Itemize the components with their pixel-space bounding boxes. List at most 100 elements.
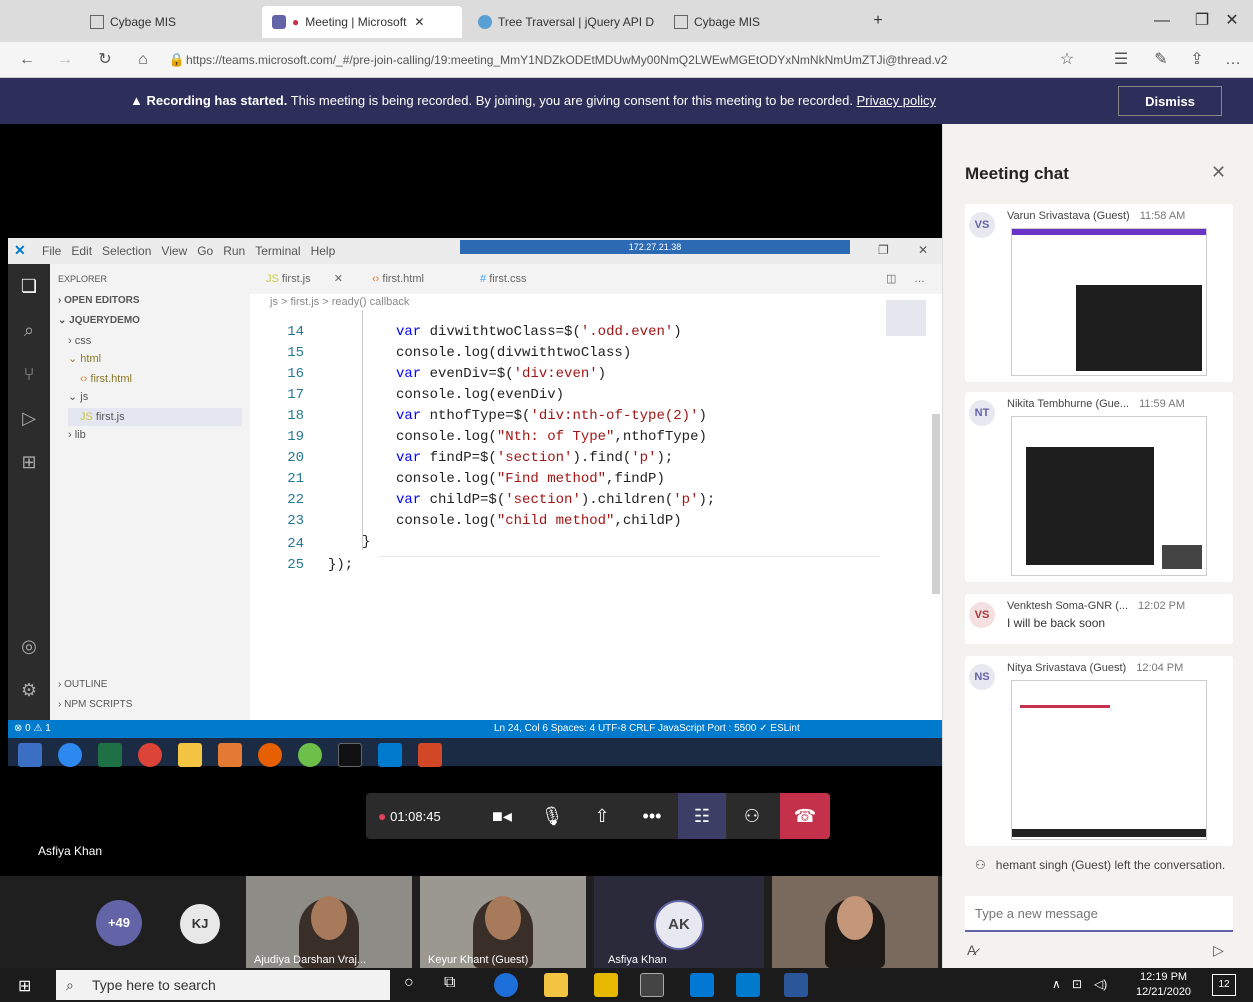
pen-icon[interactable]: ✎ bbox=[1148, 48, 1174, 72]
more-actions-icon[interactable]: … bbox=[914, 270, 925, 288]
participant-video[interactable]: Keyur Khant (Guest) bbox=[420, 876, 586, 968]
refresh-icon[interactable]: ↻ bbox=[92, 48, 118, 72]
share-screen-button[interactable]: ⇧ bbox=[578, 793, 626, 839]
folder-js[interactable]: ⌄ js bbox=[68, 388, 88, 406]
close-chat-icon[interactable]: ✕ bbox=[1211, 162, 1226, 183]
screenshot-thumbnail[interactable] bbox=[1011, 680, 1207, 840]
more-participants-button[interactable]: +49 bbox=[96, 900, 142, 946]
source-control-icon[interactable]: ⑂ bbox=[17, 362, 41, 386]
screenshot-thumbnail[interactable] bbox=[1011, 228, 1207, 376]
tab-cybage-mis-1[interactable]: Cybage MIS bbox=[80, 6, 186, 38]
format-icon[interactable]: A̷ bbox=[967, 942, 976, 958]
settings-gear-icon[interactable]: ⚙ bbox=[17, 678, 41, 702]
file-explorer-icon[interactable] bbox=[544, 973, 568, 997]
code-line: console.log("child method",childP) bbox=[396, 513, 682, 529]
task-view-icon[interactable]: ⧉ bbox=[444, 974, 455, 992]
participant-video[interactable] bbox=[772, 876, 938, 968]
chat-message[interactable]: NS Nitya Srivastava (Guest) 12:04 PM bbox=[965, 656, 1233, 846]
mute-button[interactable]: 🎙 bbox=[528, 793, 576, 839]
favorites-icon[interactable]: ☰ bbox=[1108, 48, 1134, 72]
restore-icon[interactable]: ❐ bbox=[878, 243, 889, 257]
folder-css[interactable]: › css bbox=[68, 332, 91, 350]
editor-tab-first-css[interactable]: # first.css bbox=[480, 270, 526, 288]
notification-count[interactable]: 12 bbox=[1212, 974, 1236, 996]
new-tab-icon[interactable]: + bbox=[858, 8, 898, 34]
cortana-icon[interactable]: ○ bbox=[404, 974, 414, 992]
menu-run[interactable]: Run bbox=[223, 244, 245, 258]
more-icon[interactable]: … bbox=[1220, 48, 1246, 72]
file-first-js[interactable]: JS first.js bbox=[68, 408, 242, 426]
problems-count[interactable]: ⊗ 0 ⚠ 1 bbox=[14, 720, 51, 738]
folder-html[interactable]: ⌄ html bbox=[68, 350, 101, 368]
close-icon[interactable]: ✕ bbox=[918, 243, 928, 257]
more-options-button[interactable]: ••• bbox=[628, 793, 676, 839]
taskbar-clock[interactable]: 12:19 PM 12/21/2020 bbox=[1136, 970, 1191, 1000]
close-tab-icon[interactable]: ✕ bbox=[414, 15, 424, 29]
participant-avatar-kj[interactable]: KJ bbox=[180, 904, 220, 944]
participant-video[interactable]: Ajudiya Darshan Vraj... bbox=[246, 876, 412, 968]
menu-help[interactable]: Help bbox=[311, 244, 336, 258]
home-icon[interactable]: ⌂ bbox=[130, 48, 156, 72]
project-folder[interactable]: ⌄ JQUERYDEMO bbox=[58, 312, 140, 330]
back-icon[interactable]: ← bbox=[14, 48, 40, 72]
menu-terminal[interactable]: Terminal bbox=[255, 244, 300, 258]
menu-go[interactable]: Go bbox=[197, 244, 213, 258]
scrollbar[interactable] bbox=[932, 414, 940, 594]
edge-icon[interactable] bbox=[494, 973, 518, 997]
tab-meeting[interactable]: ● Meeting | Microsoft ✕ bbox=[262, 6, 462, 38]
menu-view[interactable]: View bbox=[161, 244, 187, 258]
minimap[interactable] bbox=[886, 300, 926, 336]
editor-tab-first-js[interactable]: JS first.js ✕ bbox=[266, 270, 343, 288]
search-icon[interactable]: ⌕ bbox=[17, 318, 41, 342]
word-icon[interactable] bbox=[784, 973, 808, 997]
forward-icon[interactable]: → bbox=[52, 48, 78, 72]
outline-section[interactable]: › OUTLINE bbox=[58, 676, 107, 694]
vscode-icon[interactable] bbox=[736, 973, 760, 997]
chat-button[interactable]: ☷ bbox=[678, 793, 726, 839]
dismiss-button[interactable]: Dismiss bbox=[1118, 86, 1222, 116]
outlook-icon[interactable] bbox=[690, 973, 714, 997]
chat-message[interactable]: VS Venktesh Soma-GNR (... 12:02 PM I will… bbox=[965, 594, 1233, 644]
open-editors-section[interactable]: › OPEN EDITORS bbox=[58, 292, 140, 310]
share-icon[interactable]: ⇪ bbox=[1184, 48, 1210, 72]
volume-icon[interactable]: ◁) bbox=[1094, 977, 1107, 991]
chat-message[interactable]: VS Varun Srivastava (Guest) 11:58 AM bbox=[965, 204, 1233, 382]
code-editor[interactable]: js > first.js > ready() callback 14 var d… bbox=[250, 294, 942, 720]
editor-tab-first-html[interactable]: ‹› first.html bbox=[372, 270, 424, 288]
participants-button[interactable]: ⚇ bbox=[728, 793, 776, 839]
store-icon[interactable] bbox=[594, 973, 618, 997]
menu-edit[interactable]: Edit bbox=[71, 244, 92, 258]
close-tab-icon[interactable]: ✕ bbox=[334, 273, 343, 285]
menu-selection[interactable]: Selection bbox=[102, 244, 151, 258]
camera-button[interactable]: ■◂ bbox=[478, 793, 526, 839]
menu-file[interactable]: File bbox=[42, 244, 61, 258]
message-input[interactable] bbox=[965, 896, 1233, 932]
favorite-star-icon[interactable]: ☆ bbox=[1054, 48, 1080, 72]
hang-up-button[interactable]: ☎ bbox=[780, 793, 830, 839]
files-icon[interactable]: ❏ bbox=[17, 274, 41, 298]
tray-chevron-icon[interactable]: ∧ bbox=[1052, 977, 1061, 991]
privacy-policy-link[interactable]: Privacy policy bbox=[857, 93, 936, 108]
file-first-html[interactable]: ‹› first.html bbox=[80, 370, 132, 388]
split-editor-icon[interactable]: ◫ bbox=[886, 270, 896, 288]
run-debug-icon[interactable]: ▷ bbox=[17, 406, 41, 430]
send-icon[interactable]: ▷ bbox=[1213, 942, 1224, 959]
url-field[interactable]: https://teams.microsoft.com/_#/pre-join-… bbox=[186, 48, 1026, 72]
mail-icon[interactable] bbox=[640, 973, 664, 997]
minimize-icon[interactable]: — bbox=[1142, 8, 1182, 34]
code-line: var divwithtwoClass=$('.odd.even') bbox=[396, 324, 682, 340]
tab-cybage-mis-2[interactable]: Cybage MIS bbox=[664, 6, 770, 38]
chat-message[interactable]: NT Nikita Tembhurne (Gue... 11:59 AM bbox=[965, 392, 1233, 582]
extensions-icon[interactable]: ⊞ bbox=[17, 450, 41, 474]
screenshot-thumbnail[interactable] bbox=[1011, 416, 1207, 576]
account-icon[interactable]: ◎ bbox=[17, 634, 41, 658]
tab-tree-traversal[interactable]: Tree Traversal | jQuery API D bbox=[468, 6, 664, 38]
close-window-icon[interactable]: ✕ bbox=[1212, 8, 1252, 34]
folder-lib[interactable]: › lib bbox=[68, 426, 86, 444]
participant-tile-ak[interactable]: AK Asfiya Khan bbox=[594, 876, 764, 968]
status-details[interactable]: Ln 24, Col 6 Spaces: 4 UTF-8 CRLF JavaSc… bbox=[494, 720, 800, 738]
windows-start-icon[interactable]: ⊞ bbox=[18, 976, 31, 996]
npm-scripts-section[interactable]: › NPM SCRIPTS bbox=[58, 696, 132, 714]
taskbar-search[interactable]: ⌕ Type here to search bbox=[56, 970, 390, 1000]
network-icon[interactable]: ⊡ bbox=[1072, 977, 1082, 991]
